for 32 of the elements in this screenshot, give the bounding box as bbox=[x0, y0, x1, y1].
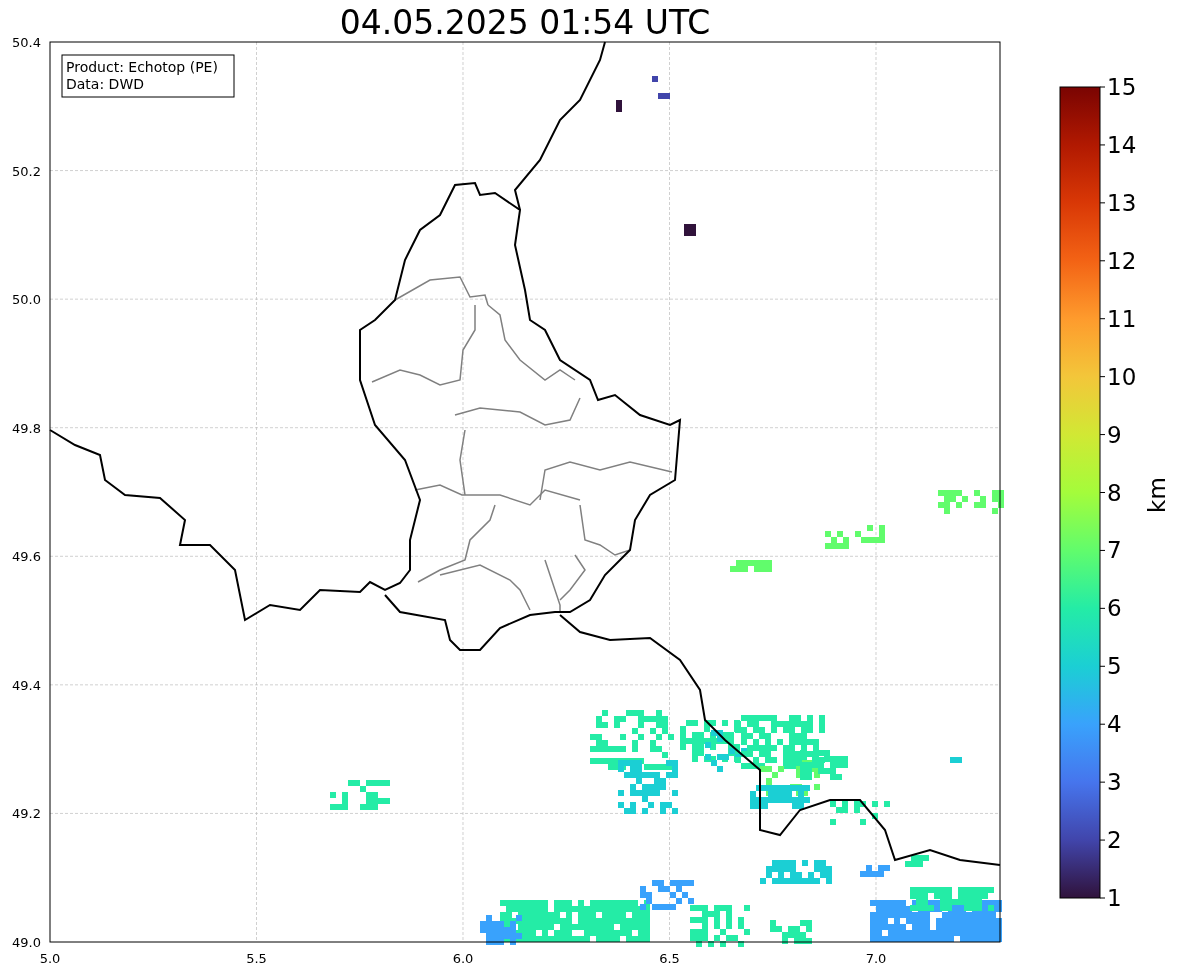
colorbar-tick-label: 11 bbox=[1107, 305, 1137, 332]
colorbar-tick-label: 2 bbox=[1107, 827, 1122, 854]
y-axis-tick-label: 49.4 bbox=[12, 677, 41, 693]
x-axis-tick-label: 5.5 bbox=[246, 951, 267, 966]
y-axis-tick-label: 49.8 bbox=[12, 420, 41, 436]
colorbar-tick-label: 1 bbox=[1107, 885, 1122, 911]
y-axis-tick-label: 49.6 bbox=[12, 549, 41, 565]
colorbar-label: km bbox=[1144, 477, 1170, 513]
colorbar-tick-label: 4 bbox=[1107, 711, 1122, 738]
info-text: Data: DWD bbox=[66, 76, 144, 92]
colorbar-tick-label: 12 bbox=[1107, 247, 1137, 274]
colorbar-tick-label: 9 bbox=[1107, 421, 1122, 448]
colorbar-tick-label: 10 bbox=[1107, 363, 1137, 390]
colorbar-tick-label: 15 bbox=[1107, 74, 1137, 100]
info-text: Product: Echotop (PE) bbox=[66, 59, 218, 75]
colorbar-tick-label: 13 bbox=[1107, 189, 1137, 216]
y-axis-tick-label: 50.0 bbox=[12, 292, 41, 308]
y-axis-tick-label: 50.4 bbox=[12, 35, 41, 50]
colorbar-tick-label: 14 bbox=[1107, 131, 1137, 158]
x-axis-tick-label: 7.0 bbox=[865, 951, 887, 966]
y-axis-tick-label: 49.2 bbox=[12, 806, 41, 822]
chart-title: 04.05.2025 01:54 UTC bbox=[339, 3, 711, 42]
x-axis-tick-label: 6.5 bbox=[659, 951, 680, 966]
y-axis-tick-label: 49.0 bbox=[12, 935, 41, 950]
colorbar-tick-label: 6 bbox=[1107, 595, 1122, 622]
colorbar-tick-label: 7 bbox=[1107, 537, 1122, 564]
x-axis-tick-label: 6.0 bbox=[452, 951, 474, 966]
x-axis-tick-label: 5.0 bbox=[39, 951, 61, 966]
y-axis-tick-label: 50.2 bbox=[12, 163, 41, 179]
colorbar-tick-label: 3 bbox=[1107, 769, 1122, 796]
colorbar-tick-label: 5 bbox=[1107, 653, 1122, 680]
colorbar-tick-label: 8 bbox=[1107, 479, 1122, 506]
